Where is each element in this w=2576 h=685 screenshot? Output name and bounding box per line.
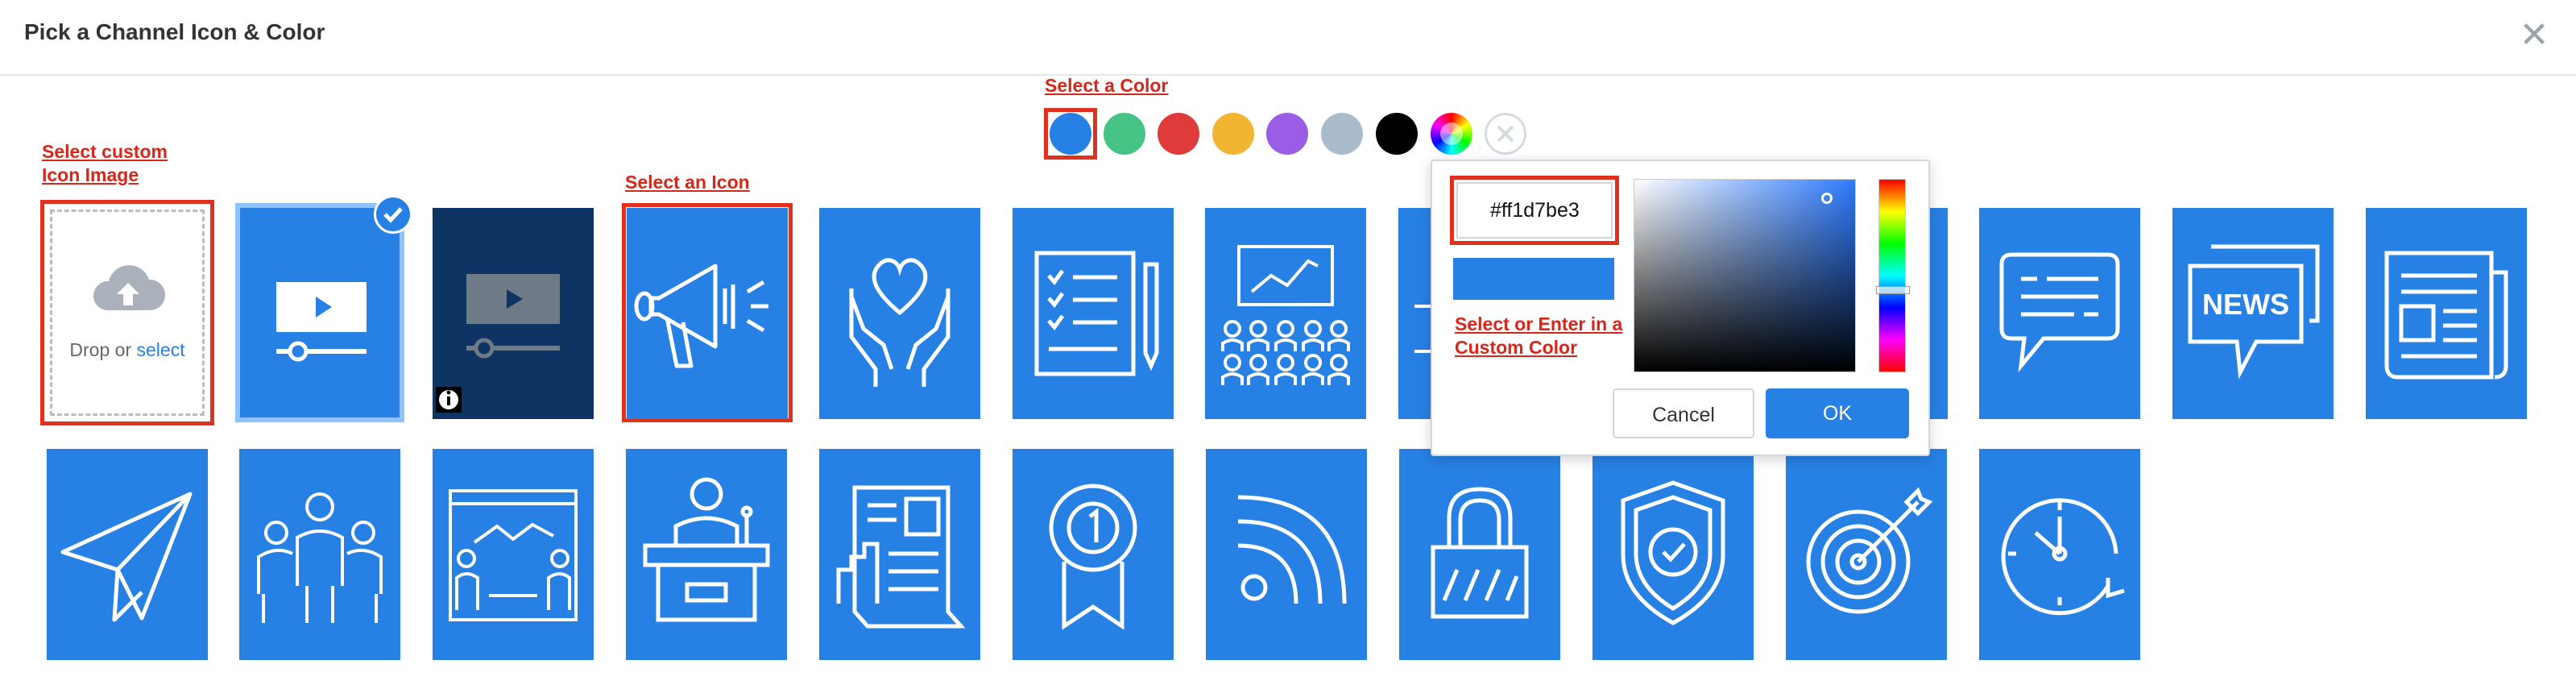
report-document-icon	[836, 485, 966, 629]
icon-tile-speaker[interactable]	[626, 449, 787, 660]
icon-tile-whiteboard[interactable]	[433, 449, 594, 660]
shield-check-icon	[1621, 480, 1725, 625]
swatch-blue[interactable]	[1050, 113, 1091, 155]
presentation-audience-icon	[1221, 245, 1350, 385]
icon-tile-team[interactable]	[239, 449, 400, 660]
swatch-black[interactable]	[1376, 113, 1418, 155]
newspaper-icon	[2384, 251, 2508, 380]
upload-select-link[interactable]: select	[137, 339, 185, 360]
icon-tile-checklist[interactable]	[1013, 208, 1174, 419]
icon-tile-hands-heart[interactable]	[819, 208, 980, 419]
swatch-purple[interactable]	[1266, 113, 1308, 155]
icon-tile-news[interactable]: NEWS	[2172, 208, 2334, 419]
checklist-icon	[1034, 251, 1159, 376]
video-player-icon	[276, 282, 367, 362]
no-color-icon	[1497, 125, 1514, 143]
cancel-button[interactable]: Cancel	[1613, 388, 1754, 438]
swatch-red[interactable]	[1158, 113, 1199, 155]
video-player-dark-icon	[436, 274, 560, 413]
cloud-upload-icon	[93, 265, 166, 310]
icon-tile-shield[interactable]	[1592, 449, 1754, 660]
color-preview	[1453, 258, 1614, 300]
swatch-rainbow[interactable]	[1431, 113, 1472, 155]
icon-tile-chat[interactable]	[1979, 208, 2140, 419]
icon-tile-target[interactable]	[1786, 449, 1947, 660]
dialog-header	[0, 0, 2576, 76]
annotation-custom-image-line2: Icon Image	[42, 164, 139, 185]
whiteboard-meeting-icon	[449, 489, 578, 621]
swatch-yellow[interactable]	[1212, 113, 1254, 155]
swatch-none[interactable]	[1485, 113, 1526, 155]
annotation-select-icon: Select an Icon	[625, 172, 750, 193]
chat-bubble-icon	[1999, 252, 2120, 373]
selected-check-badge	[374, 195, 412, 234]
ok-button[interactable]: OK	[1766, 388, 1909, 438]
speaker-podium-icon	[643, 477, 770, 622]
target-dart-icon	[1806, 487, 1933, 614]
color-picker-popover: #ff1d7be3 Select or Enter in a Custom Co…	[1431, 160, 1930, 456]
icon-tile-megaphone[interactable]	[627, 208, 788, 419]
icon-tile-rss[interactable]	[1206, 449, 1367, 660]
hands-heart-icon	[849, 258, 950, 387]
icon-tile-video-dark[interactable]	[433, 208, 594, 419]
icon-tile-paper-plane[interactable]	[47, 449, 208, 660]
saturation-value-area[interactable]	[1634, 179, 1856, 372]
swatch-gray[interactable]	[1321, 113, 1363, 155]
swatch-green[interactable]	[1104, 113, 1145, 155]
icon-tile-video[interactable]	[235, 203, 404, 422]
drop-text: Drop or	[69, 339, 132, 360]
icon-tile-report[interactable]	[819, 449, 980, 660]
award-ribbon-icon	[1049, 484, 1137, 630]
rss-feed-icon	[1237, 495, 1347, 604]
check-icon	[383, 207, 403, 223]
dialog-title: Pick a Channel Icon & Color	[24, 19, 325, 44]
icon-tile-clock[interactable]	[1979, 449, 2140, 660]
megaphone-icon	[634, 264, 768, 368]
icon-tile-presentation[interactable]	[1205, 208, 1366, 419]
annotation-custom-color-line1: Select or Enter in a	[1455, 313, 1623, 334]
sv-cursor[interactable]	[1821, 193, 1833, 204]
annotation-custom-color-line2: Custom Color	[1455, 337, 1578, 358]
hue-slider[interactable]	[1876, 179, 1910, 372]
annotation-select-color: Select a Color	[1045, 75, 1169, 96]
icon-tile-award[interactable]	[1013, 449, 1174, 660]
hex-input[interactable]: #ff1d7be3	[1456, 182, 1613, 239]
close-button[interactable]: ✕	[2513, 15, 2555, 56]
team-people-icon	[257, 492, 383, 623]
clock-refresh-icon	[2001, 498, 2125, 616]
icon-tile-newspaper[interactable]	[2366, 208, 2527, 419]
paper-plane-icon	[60, 492, 193, 622]
icon-tile-padlock[interactable]	[1399, 449, 1560, 660]
padlock-icon	[1431, 487, 1529, 619]
upload-text: Drop or select	[52, 339, 202, 361]
hue-handle[interactable]	[1876, 286, 1910, 294]
color-wheel-icon	[1440, 122, 1463, 145]
close-icon: ✕	[2519, 15, 2549, 55]
upload-dropzone[interactable]: Drop or select	[50, 210, 205, 416]
annotation-custom-image-line1: Select custom	[42, 141, 168, 162]
news-label: NEWS	[2202, 288, 2289, 321]
